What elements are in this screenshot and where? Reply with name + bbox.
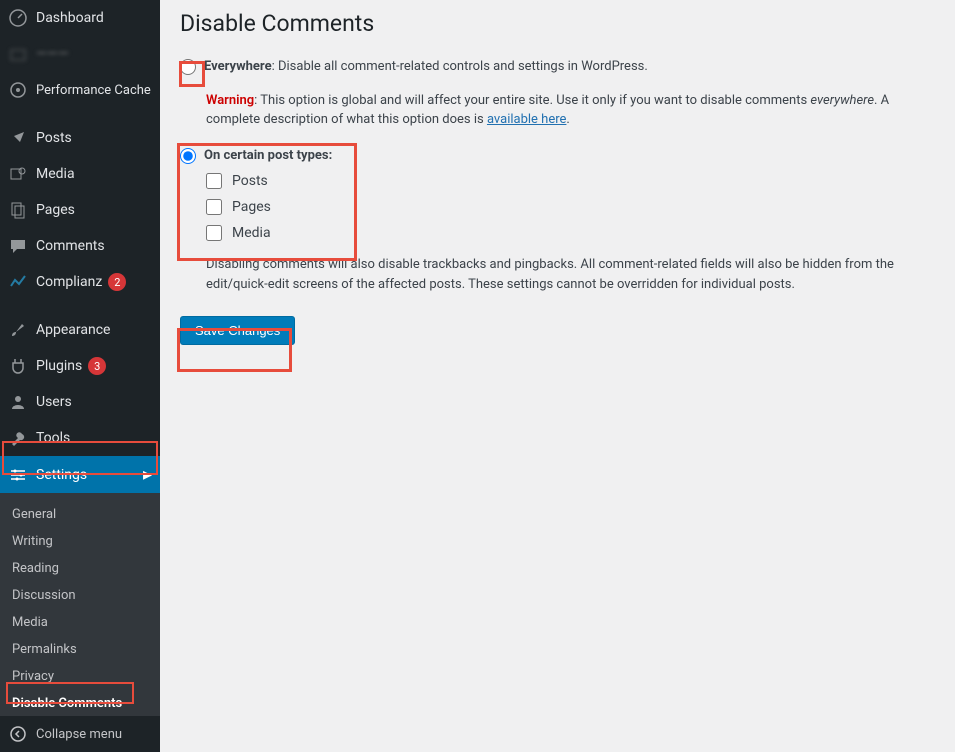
collapse-icon [8, 724, 28, 744]
submenu-general[interactable]: General [0, 501, 160, 528]
option-posttypes-text: On certain post types: [204, 146, 935, 166]
warning-em: everywhere [810, 93, 874, 108]
sidebar-item-dashboard[interactable]: Dashboard [0, 0, 160, 36]
sidebar-label: Users [36, 394, 72, 410]
sidebar-item-posts[interactable]: Posts [0, 120, 160, 156]
sidebar-label: Settings [36, 467, 87, 483]
everywhere-label: Everywhere [204, 59, 272, 74]
sidebar-label: Appearance [36, 322, 110, 338]
user-icon [8, 392, 28, 412]
sidebar-item-media[interactable]: Media [0, 156, 160, 192]
sidebar-label: Dashboard [36, 10, 104, 26]
checkbox-label: Pages [232, 199, 271, 215]
warning-text: : This option is global and will affect … [254, 93, 810, 108]
sliders-icon [8, 465, 28, 485]
sidebar-label: Media [36, 166, 75, 182]
checkbox-label: Media [232, 225, 271, 241]
plugin-icon [8, 356, 28, 376]
checkbox-posts[interactable] [206, 173, 222, 189]
update-badge: 2 [108, 273, 126, 291]
brush-icon [8, 320, 28, 340]
complianz-icon [8, 272, 28, 292]
sidebar-item-performance-cache[interactable]: Performance Cache [0, 72, 160, 108]
collapse-label: Collapse menu [36, 727, 122, 742]
dashboard-icon [8, 8, 28, 28]
sidebar-label: Complianz [36, 274, 102, 290]
checkbox-media[interactable] [206, 225, 222, 241]
wrench-icon [8, 428, 28, 448]
sidebar-item-complianz[interactable]: Complianz 2 [0, 264, 160, 300]
sidebar-item-comments[interactable]: Comments [0, 228, 160, 264]
sidebar-item-blurred[interactable]: ——— [0, 36, 160, 72]
option-everywhere-text: Everywhere: Disable all comment-related … [204, 57, 935, 77]
update-badge: 3 [88, 357, 106, 375]
option-posttypes-row: On certain post types: [180, 146, 935, 166]
warning-label: Warning [206, 93, 254, 108]
submenu-discussion[interactable]: Discussion [0, 582, 160, 609]
checkbox-row-media[interactable]: Media [206, 225, 935, 241]
comment-icon [8, 236, 28, 256]
page-title: Disable Comments [180, 10, 935, 37]
sidebar-label: Posts [36, 130, 72, 146]
chevron-right-icon: ▸ [143, 464, 152, 485]
sidebar-item-plugins[interactable]: Plugins 3 [0, 348, 160, 384]
warning-block: Warning: This option is global and will … [206, 91, 935, 130]
warning-link[interactable]: available here [487, 112, 566, 127]
submenu-permalinks[interactable]: Permalinks [0, 636, 160, 663]
submenu-reading[interactable]: Reading [0, 555, 160, 582]
submenu-writing[interactable]: Writing [0, 528, 160, 555]
sidebar-item-settings[interactable]: Settings ▸ [0, 456, 160, 493]
sidebar-item-pages[interactable]: Pages [0, 192, 160, 228]
checkbox-row-posts[interactable]: Posts [206, 173, 935, 189]
everywhere-desc: : Disable all comment-related controls a… [272, 59, 648, 74]
option-everywhere-row: Everywhere: Disable all comment-related … [180, 57, 935, 77]
checkbox-row-pages[interactable]: Pages [206, 199, 935, 215]
submenu-media[interactable]: Media [0, 609, 160, 636]
settings-submenu: General Writing Reading Discussion Media… [0, 493, 160, 725]
admin-sidebar: Dashboard ——— Performance Cache Posts Me… [0, 0, 160, 752]
sidebar-label: Comments [36, 238, 105, 254]
checkbox-label: Posts [232, 173, 268, 189]
sidebar-item-users[interactable]: Users [0, 384, 160, 420]
save-button[interactable]: Save Changes [180, 316, 295, 345]
submenu-disable-comments[interactable]: Disable Comments [0, 690, 160, 717]
post-types-group: Posts Pages Media [206, 173, 935, 241]
note-text: Disabling comments will also disable tra… [206, 255, 935, 294]
radio-everywhere[interactable] [180, 59, 196, 75]
pages-icon [8, 200, 28, 220]
radio-post-types[interactable] [180, 148, 196, 164]
sidebar-label: Plugins [36, 358, 82, 374]
checkbox-pages[interactable] [206, 199, 222, 215]
posttypes-label: On certain post types: [204, 148, 332, 163]
sidebar-label: ——— [36, 46, 69, 62]
store-icon [8, 44, 28, 64]
main-content: Disable Comments Everywhere: Disable all… [160, 0, 955, 752]
sidebar-item-tools[interactable]: Tools [0, 420, 160, 456]
sidebar-label: Pages [36, 202, 75, 218]
pin-icon [8, 128, 28, 148]
collapse-menu[interactable]: Collapse menu [0, 716, 160, 752]
submenu-privacy[interactable]: Privacy [0, 663, 160, 690]
media-icon [8, 164, 28, 184]
sidebar-label: Tools [36, 430, 70, 446]
gauge-icon [8, 80, 28, 100]
sidebar-label: Performance Cache [36, 83, 151, 98]
sidebar-item-appearance[interactable]: Appearance [0, 312, 160, 348]
